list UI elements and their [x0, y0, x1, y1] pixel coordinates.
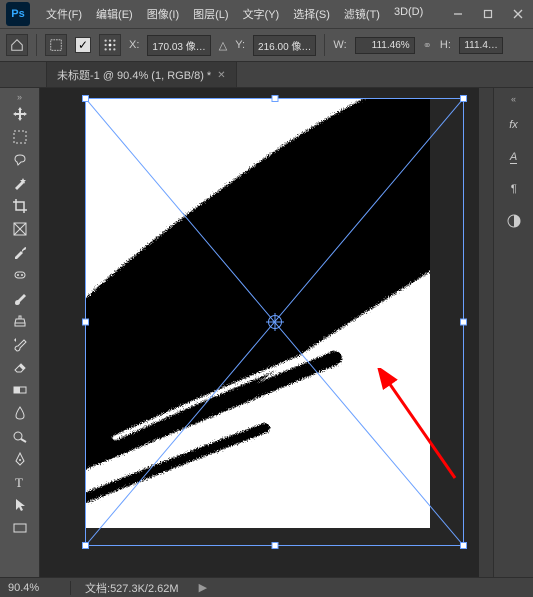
reference-point-button[interactable]: [99, 34, 121, 56]
adjustments-panel-button[interactable]: [502, 210, 526, 232]
window-minimize-button[interactable]: [443, 0, 473, 28]
character-panel-button[interactable]: A: [502, 146, 526, 168]
y-label: Y:: [235, 39, 245, 51]
zoom-level[interactable]: 90.4%: [8, 582, 56, 594]
app-logo: Ps: [6, 2, 30, 26]
blur-tool[interactable]: [9, 402, 31, 424]
gradient-tool[interactable]: [9, 379, 31, 401]
window-maximize-button[interactable]: [473, 0, 503, 28]
link-icon[interactable]: ⚭: [423, 39, 432, 52]
transform-handle-mr[interactable]: [460, 319, 467, 326]
svg-text:T: T: [15, 475, 23, 490]
vertical-scrollbar[interactable]: [479, 88, 493, 577]
status-menu-icon[interactable]: ▶: [199, 581, 207, 594]
panel-collapse-icon[interactable]: «: [511, 94, 516, 104]
y-field[interactable]: 216.00 像…: [253, 35, 316, 56]
marquee-tool[interactable]: [9, 126, 31, 148]
menu-3d[interactable]: 3D(D): [388, 2, 429, 26]
transform-bounding-box[interactable]: [85, 98, 464, 546]
h-label: H:: [440, 39, 451, 51]
eraser-tool[interactable]: [9, 356, 31, 378]
transform-handle-br[interactable]: [460, 542, 467, 549]
triangle-icon: △: [219, 39, 227, 52]
frame-tool[interactable]: [9, 218, 31, 240]
toolbar-collapse-icon[interactable]: »: [0, 92, 39, 102]
move-tool[interactable]: [9, 103, 31, 125]
w-label: W:: [333, 39, 346, 51]
paragraph-panel-button[interactable]: ¶: [502, 178, 526, 200]
lasso-tool[interactable]: [9, 149, 31, 171]
menu-layer[interactable]: 图层(L): [187, 2, 234, 26]
menu-file[interactable]: 文件(F): [40, 2, 88, 26]
brush-tool[interactable]: [9, 287, 31, 309]
transform-handle-ml[interactable]: [82, 319, 89, 326]
h-field[interactable]: 111.4…: [459, 37, 503, 54]
transform-handle-tr[interactable]: [460, 95, 467, 102]
pen-tool[interactable]: [9, 448, 31, 470]
x-label: X:: [129, 39, 139, 51]
doc-size-label: 文档:527.3K/2.62M: [85, 580, 179, 596]
transform-mode-button[interactable]: [45, 34, 67, 56]
magic-wand-tool[interactable]: [9, 172, 31, 194]
menu-select[interactable]: 选择(S): [287, 2, 336, 26]
menu-filter[interactable]: 滤镜(T): [338, 2, 386, 26]
transform-handle-bl[interactable]: [82, 542, 89, 549]
rectangle-tool[interactable]: [9, 517, 31, 539]
crop-tool[interactable]: [9, 195, 31, 217]
tab-title: 未标题-1 @ 90.4% (1, RGB/8) *: [57, 67, 211, 83]
dodge-tool[interactable]: [9, 425, 31, 447]
transform-handle-tc[interactable]: [271, 95, 278, 102]
menu-image[interactable]: 图像(I): [141, 2, 185, 26]
transform-handle-bc[interactable]: [271, 542, 278, 549]
canvas-area[interactable]: [40, 88, 493, 577]
home-button[interactable]: [6, 34, 28, 56]
transform-handle-tl[interactable]: [82, 95, 89, 102]
menu-edit[interactable]: 编辑(E): [90, 2, 139, 26]
tab-close-icon[interactable]: ✕: [217, 70, 225, 81]
transform-center-point[interactable]: [268, 315, 282, 329]
eyedropper-tool[interactable]: [9, 241, 31, 263]
document-tab[interactable]: 未标题-1 @ 90.4% (1, RGB/8) * ✕: [46, 61, 237, 87]
history-brush-tool[interactable]: [9, 333, 31, 355]
styles-panel-button[interactable]: fx: [502, 114, 526, 136]
x-field[interactable]: 170.03 像…: [147, 35, 210, 56]
path-selection-tool[interactable]: [9, 494, 31, 516]
aspect-lock-checkbox[interactable]: ✓: [75, 37, 91, 53]
menu-type[interactable]: 文字(Y): [237, 2, 286, 26]
window-close-button[interactable]: [503, 0, 533, 28]
clone-stamp-tool[interactable]: [9, 310, 31, 332]
type-tool[interactable]: T: [9, 471, 31, 493]
w-field[interactable]: 111.46%: [355, 37, 415, 54]
healing-brush-tool[interactable]: [9, 264, 31, 286]
